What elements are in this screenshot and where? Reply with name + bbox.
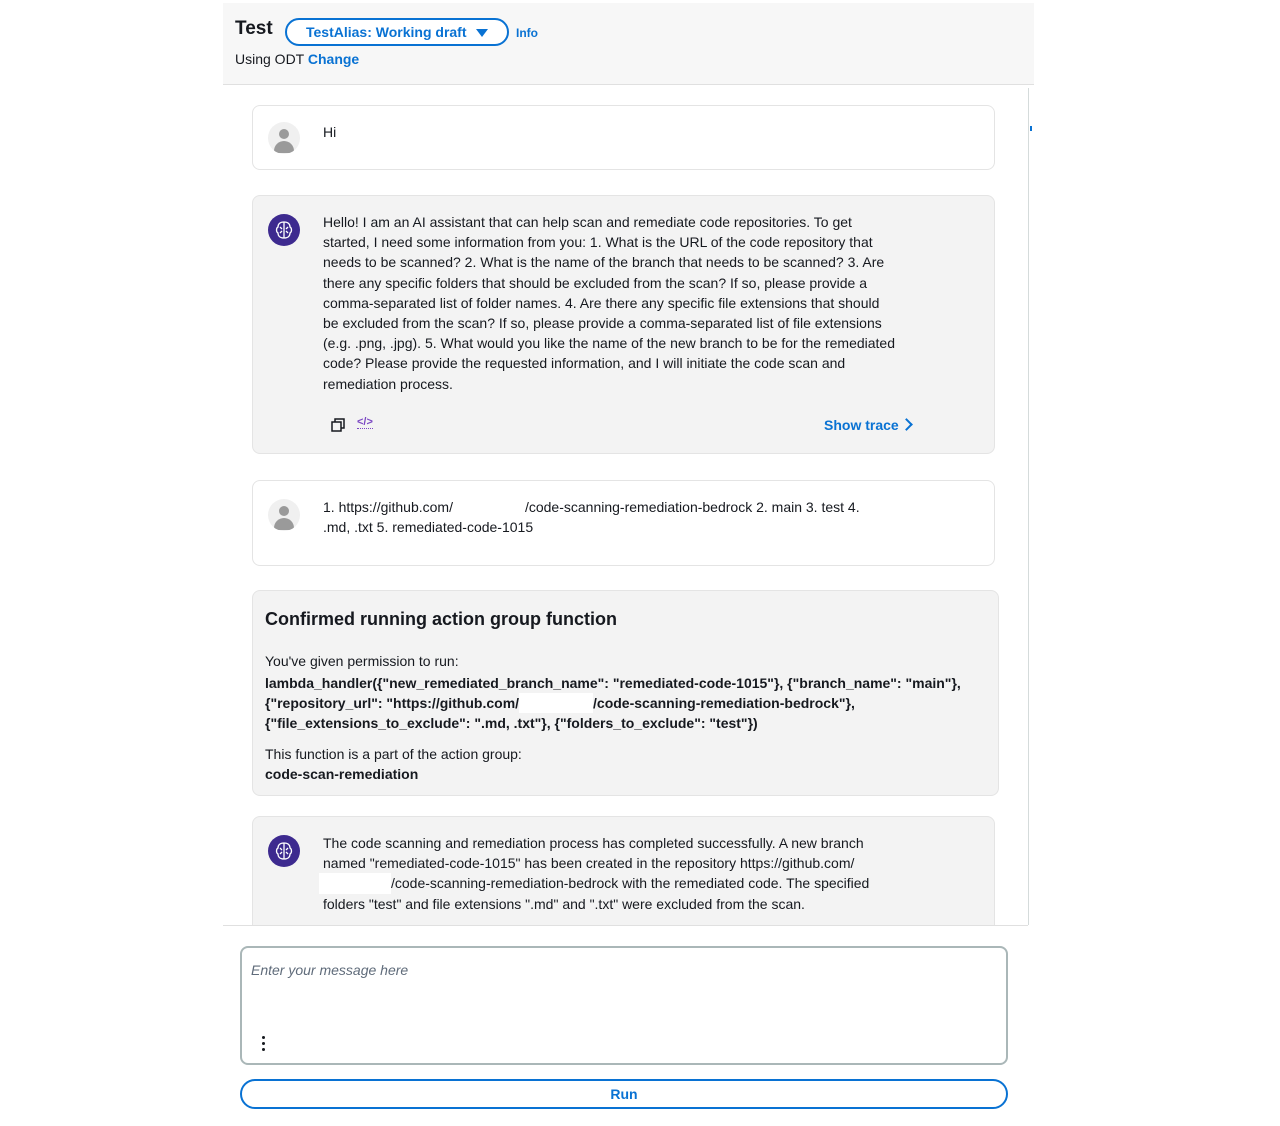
redacted-text — [452, 497, 525, 518]
confirmation-title: Confirmed running action group function — [265, 609, 617, 629]
scrollbar-track[interactable] — [1028, 88, 1029, 925]
action-confirmation: Confirmed running action group function … — [252, 590, 999, 796]
assistant-message: Hello! I am an AI assistant that can hel… — [252, 195, 995, 454]
assistant-message-text: The code scanning and remediation proces… — [319, 833, 983, 914]
copy-icon[interactable] — [331, 418, 345, 432]
test-header: Test TestAlias: Working draft Info Using… — [223, 3, 1034, 85]
message-input[interactable]: Enter your message here — [240, 946, 1008, 1065]
user-message: 1. https://github.com/ /code-scanning-re… — [252, 480, 995, 566]
user-message-text: 1. https://github.com/ /code-scanning-re… — [323, 497, 860, 536]
agent-brain-icon — [268, 214, 300, 246]
test-panel: Test TestAlias: Working draft Info Using… — [223, 3, 1034, 1117]
code-icon[interactable]: </> — [357, 416, 373, 429]
alias-dropdown-label: TestAlias: Working draft — [306, 24, 467, 40]
chevron-right-icon — [899, 418, 913, 431]
action-group-name: code-scan-remediation — [265, 766, 419, 782]
divider — [223, 925, 1028, 926]
run-button[interactable]: Run — [240, 1079, 1008, 1109]
using-text: Using ODT — [235, 51, 304, 67]
scrollbar-thumb[interactable] — [1030, 126, 1032, 131]
change-link[interactable]: Change — [308, 51, 359, 67]
assistant-message: The code scanning and remediation proces… — [252, 816, 995, 925]
alias-dropdown[interactable]: TestAlias: Working draft — [285, 18, 509, 46]
panel-title: Test — [235, 18, 273, 39]
user-avatar-icon — [268, 122, 300, 154]
user-message-text: Hi — [323, 124, 337, 140]
show-trace-label: Show trace — [824, 417, 899, 433]
conversation-area[interactable]: Hi Hello! I am an AI assistant that can … — [223, 87, 1028, 925]
message-input-placeholder: Enter your message here — [251, 962, 409, 978]
assistant-message-text: Hello! I am an AI assistant that can hel… — [323, 214, 895, 392]
info-link[interactable]: Info — [516, 26, 538, 40]
permission-text: You've given permission to run: — [265, 653, 459, 669]
caret-down-icon — [476, 29, 488, 37]
user-avatar-icon — [268, 499, 300, 531]
model-info: Using ODT Change — [235, 51, 359, 67]
more-options-icon[interactable] — [262, 1036, 265, 1054]
redacted-text — [319, 873, 391, 894]
user-message: Hi — [252, 105, 995, 170]
function-call-text: lambda_handler({"new_remediated_branch_n… — [265, 675, 961, 732]
agent-brain-icon — [268, 835, 300, 867]
action-group-caption: This function is a part of the action gr… — [265, 746, 522, 762]
redacted-text — [519, 693, 594, 714]
show-trace-link[interactable]: Show trace — [824, 417, 913, 433]
